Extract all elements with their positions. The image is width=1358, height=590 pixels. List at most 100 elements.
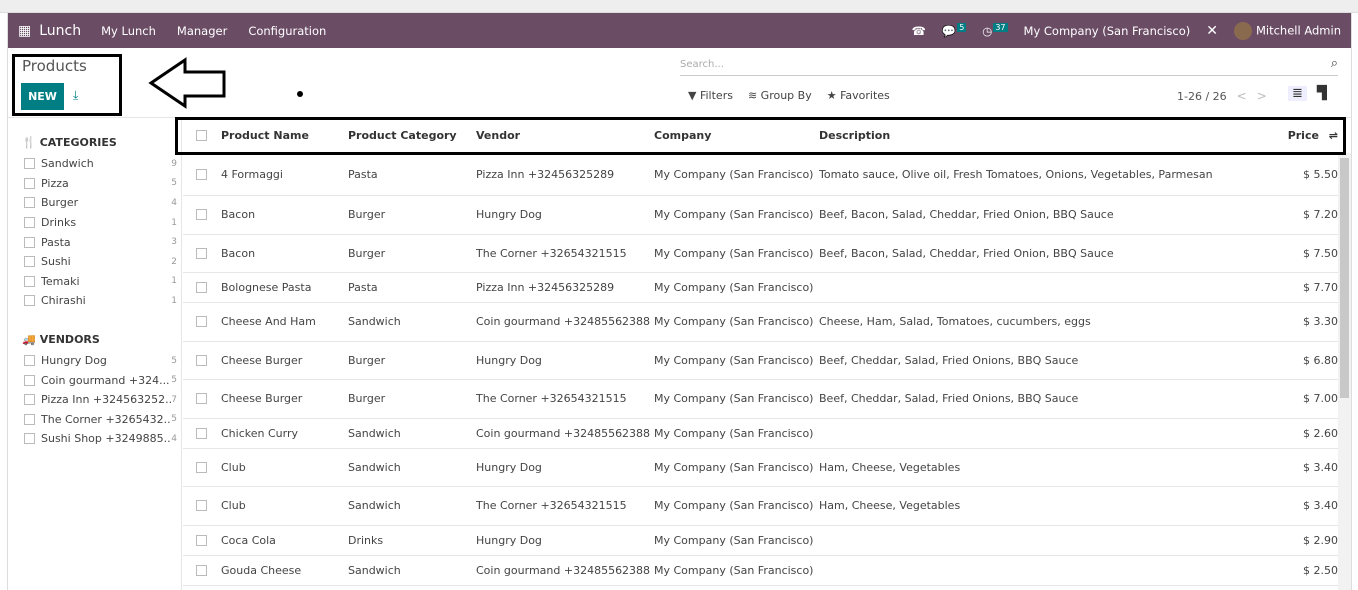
filter-label: Drinks — [41, 216, 77, 230]
cell-product-name: Gouda Cheese — [221, 563, 302, 577]
row-checkbox[interactable] — [196, 461, 207, 473]
filter-checkbox[interactable] — [24, 394, 35, 406]
category-filter-item[interactable]: Temaki 1 — [22, 272, 181, 292]
cell-product-category: Pasta — [348, 281, 378, 294]
table-row[interactable]: Cheese Burger Burger The Corner +326543215… — [183, 380, 1338, 419]
vendor-filter-item[interactable]: Sushi Shop +3249885... 4 — [22, 429, 181, 449]
filter-count: 4 — [171, 197, 177, 208]
menu-manager[interactable]: Manager — [177, 24, 227, 38]
vendor-filter-item[interactable]: Pizza Inn +324563252... 7 — [22, 390, 181, 410]
filter-checkbox[interactable] — [24, 374, 35, 386]
vendor-filter-item[interactable]: The Corner +3265432... 5 — [22, 410, 181, 430]
table-row[interactable]: Coca Cola Drinks Hungry Dog My Company (San… — [183, 526, 1338, 556]
list-view-icon[interactable]: ≣ — [1288, 86, 1307, 101]
table-row[interactable]: Gouda Cheese Sandwich Coin gourmand +32485… — [183, 556, 1338, 586]
apps-menu-icon[interactable]: ▦ — [18, 23, 31, 39]
table-row[interactable]: Club Sandwich The Corner +32654321515 My Co… — [183, 487, 1338, 526]
group-by-label: Group By — [760, 89, 812, 102]
search-icon[interactable]: ⌕ — [1331, 56, 1338, 71]
table-scrollbar[interactable] — [1338, 153, 1351, 590]
filter-checkbox[interactable] — [24, 197, 35, 209]
annotation-box-header — [175, 117, 1346, 155]
filter-checkbox[interactable] — [24, 256, 35, 268]
cell-company: My Company (San Francisco) — [654, 563, 814, 577]
search-input[interactable]: Search... ⌕ — [680, 56, 1338, 76]
filters-button[interactable]: ▼ Filters — [688, 89, 733, 102]
filter-checkbox[interactable] — [24, 236, 35, 248]
row-checkbox[interactable] — [196, 209, 207, 221]
table-row[interactable]: 4 Formaggi Pasta Pizza Inn +32456325289 My … — [183, 154, 1338, 196]
category-filter-item[interactable]: Drinks 1 — [22, 213, 181, 233]
category-filter-item[interactable]: Pasta 3 — [22, 232, 181, 252]
category-filter-item[interactable]: Chirashi 1 — [22, 291, 181, 311]
messages-button[interactable]: 💬 5 — [942, 22, 967, 38]
filter-label: Burger — [41, 196, 79, 210]
vendor-filter-item[interactable]: Coin gourmand +324... 5 — [22, 370, 181, 390]
row-checkbox[interactable] — [196, 393, 207, 405]
filter-checkbox[interactable] — [24, 433, 35, 445]
filter-count: 1 — [171, 295, 177, 306]
browser-bookmarks-bar — [0, 0, 1358, 13]
filter-label: Hungry Dog — [41, 354, 107, 368]
category-filter-item[interactable]: Sandwich 9 — [22, 154, 181, 174]
row-checkbox[interactable] — [196, 169, 207, 180]
table-row[interactable]: Bolognese Pasta Pasta Pizza Inn +324563252… — [183, 273, 1338, 303]
app-name[interactable]: Lunch — [39, 23, 81, 39]
kanban-view-icon[interactable]: ▜ — [1317, 86, 1327, 101]
table-row[interactable]: Club Sandwich Hungry Dog My Company (San Fr… — [183, 449, 1338, 487]
filter-checkbox[interactable] — [24, 177, 35, 189]
cell-company: My Company (San Francisco) — [654, 353, 814, 367]
cell-vendor: The Corner +32654321515 — [476, 246, 627, 260]
cell-price: $ 5.50 — [1303, 168, 1338, 181]
table-row[interactable]: Cheese And Ham Sandwich Coin gourmand +324… — [183, 303, 1338, 342]
filter-count: 9 — [171, 158, 177, 169]
user-menu[interactable]: Mitchell Admin — [1233, 21, 1341, 40]
pager-prev-icon[interactable]: < — [1237, 89, 1247, 103]
row-checkbox[interactable] — [196, 282, 207, 293]
row-checkbox[interactable] — [196, 500, 207, 512]
category-filter-item[interactable]: Burger 4 — [22, 193, 181, 213]
cutlery-icon: 🍴 — [22, 136, 36, 149]
filter-checkbox[interactable] — [24, 355, 35, 367]
row-checkbox[interactable] — [196, 247, 207, 259]
category-filter-item[interactable]: Pizza 5 — [22, 174, 181, 194]
filter-checkbox[interactable] — [24, 158, 35, 170]
pager-next-icon[interactable]: > — [1257, 89, 1267, 103]
row-checkbox[interactable] — [196, 564, 207, 576]
table-row[interactable]: Cheese Burger Burger Hungry Dog My Company … — [183, 342, 1338, 380]
filter-count: 5 — [171, 414, 177, 425]
cell-product-category: Sandwich — [348, 426, 401, 440]
table-row[interactable]: Chicken Curry Sandwich Coin gourmand +3248… — [183, 419, 1338, 449]
cell-description: Cheese, Ham, Salad, Tomatoes, cucumbers,… — [819, 315, 1091, 329]
pager-value[interactable]: 1-26 / 26 — [1177, 90, 1227, 103]
menu-configuration[interactable]: Configuration — [248, 24, 326, 38]
activities-button[interactable]: ◷ 37 — [982, 22, 1008, 38]
cell-product-name: Cheese Burger — [221, 392, 303, 406]
filter-count: 5 — [171, 178, 177, 189]
category-filter-item[interactable]: Sushi 2 — [22, 252, 181, 272]
row-checkbox[interactable] — [196, 354, 207, 366]
vendor-filter-item[interactable]: Hungry Dog 5 — [22, 351, 181, 371]
group-by-button[interactable]: ≋ Group By — [748, 89, 812, 102]
cell-vendor: Hungry Dog — [476, 208, 542, 222]
table-row[interactable]: Bacon Burger Hungry Dog My Company (San Fra… — [183, 196, 1338, 235]
cell-product-category: Sandwich — [348, 315, 401, 329]
filter-count: 5 — [171, 355, 177, 366]
favorites-button[interactable]: ★ Favorites — [827, 89, 890, 102]
phone-icon[interactable]: ☎ — [912, 24, 926, 38]
row-checkbox[interactable] — [196, 534, 207, 546]
cell-description: Ham, Cheese, Vegetables — [819, 499, 961, 513]
tools-icon[interactable]: ✕ — [1206, 23, 1218, 39]
menu-my-lunch[interactable]: My Lunch — [101, 24, 156, 38]
company-switcher[interactable]: My Company (San Francisco) — [1024, 24, 1191, 38]
table-row[interactable]: Bacon Burger The Corner +32654321515 My Com… — [183, 235, 1338, 273]
filter-checkbox[interactable] — [24, 295, 35, 307]
row-checkbox[interactable] — [196, 427, 207, 439]
row-checkbox[interactable] — [196, 316, 207, 328]
vendors-heading: VENDORS — [39, 332, 100, 346]
scrollbar-thumb[interactable] — [1340, 158, 1349, 398]
filter-checkbox[interactable] — [24, 217, 35, 229]
cell-price: $ 3.40 — [1303, 460, 1338, 474]
filter-checkbox[interactable] — [24, 413, 35, 425]
filter-checkbox[interactable] — [24, 275, 35, 287]
